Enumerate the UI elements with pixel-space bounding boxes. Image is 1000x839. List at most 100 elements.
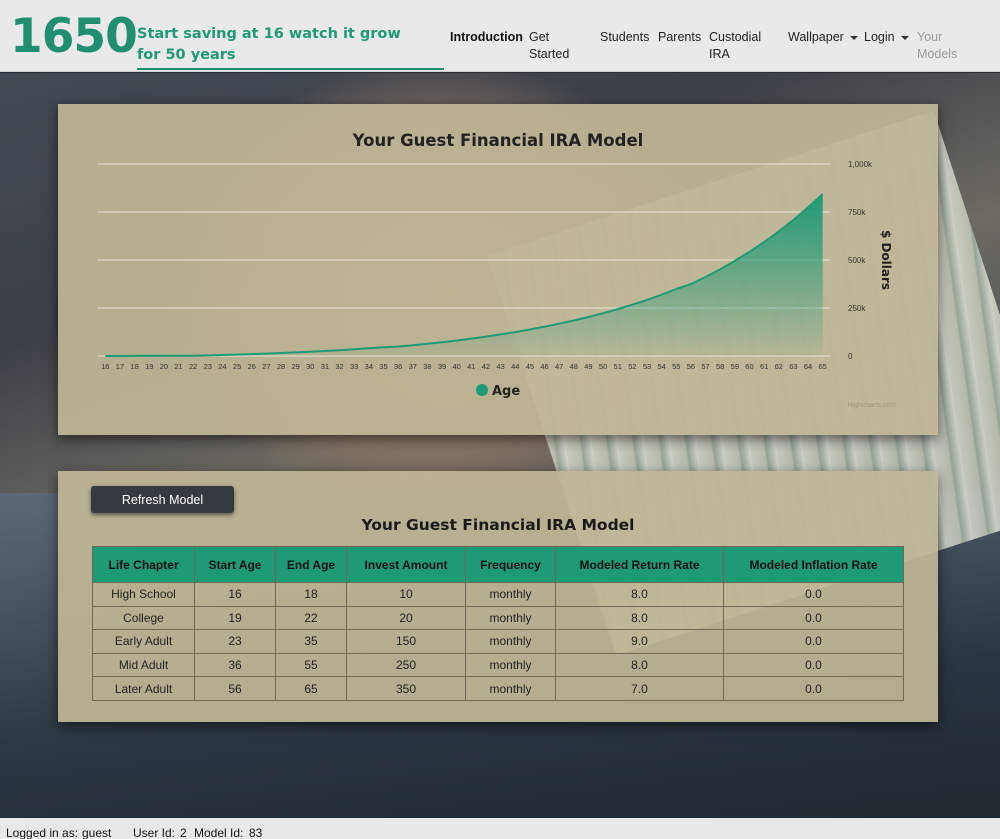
x-tick-label: 18 (130, 362, 138, 371)
model-table: Life Chapter Start Age End Age Invest Am… (92, 546, 904, 701)
cell-invest-amount: 250 (346, 652, 466, 678)
cell-start-age: 19 (194, 605, 276, 631)
cell-frequency: monthly (465, 629, 556, 654)
x-tick-label: 62 (775, 362, 783, 371)
cell-life-chapter: High School (92, 582, 195, 607)
cell-start-age: 56 (194, 676, 276, 701)
nav-login-dropdown[interactable]: Login (864, 29, 909, 46)
nav-custodial-ira[interactable]: Custodial IRA (709, 29, 761, 63)
x-tick-label: 16 (101, 362, 109, 371)
x-tick-label: 45 (526, 362, 534, 371)
x-tick-label: 29 (291, 362, 299, 371)
col-inflation-rate: Modeled Inflation Rate (723, 546, 904, 583)
x-tick-label: 63 (789, 362, 797, 371)
x-tick-label: 42 (482, 362, 490, 371)
nav-students-label: Students (600, 30, 650, 44)
col-life-chapter: Life Chapter (92, 546, 195, 583)
cell-return-rate: 8.0 (555, 605, 724, 631)
caret-down-icon (849, 35, 858, 40)
cell-inflation-rate: 0.0 (723, 605, 904, 631)
x-tick-label: 28 (277, 362, 285, 371)
nav-parents[interactable]: Parents (658, 29, 701, 46)
nav-wallpaper-label: Wallpaper (788, 30, 844, 44)
x-tick-label: 59 (731, 362, 739, 371)
x-tick-label: 22 (189, 362, 197, 371)
nav-custodial-label-2: IRA (709, 47, 730, 61)
refresh-model-button[interactable]: Refresh Model (91, 486, 234, 513)
nav-students[interactable]: Students (600, 29, 649, 46)
x-tick-label: 51 (614, 362, 622, 371)
x-tick-label: 60 (745, 362, 753, 371)
x-tick-label: 26 (248, 362, 256, 371)
table-row: College 19 22 20 monthly 8.0 0.0 (92, 605, 904, 631)
x-tick-label: 23 (204, 362, 212, 371)
tagline-underline (137, 68, 444, 70)
cell-end-age: 55 (275, 652, 347, 678)
x-tick-label: 27 (262, 362, 270, 371)
cell-invest-amount: 10 (346, 582, 466, 607)
cell-return-rate: 9.0 (555, 629, 724, 654)
cell-frequency: monthly (465, 582, 556, 607)
x-tick-label: 49 (584, 362, 592, 371)
logged-in-label: Logged in as: (6, 826, 79, 839)
x-tick-label: 31 (321, 362, 329, 371)
cell-inflation-rate: 0.0 (723, 629, 904, 654)
x-tick-label: 36 (394, 362, 402, 371)
nav-wallpaper-dropdown[interactable]: Wallpaper (788, 29, 858, 46)
nav-your-models-label-1: Your (917, 30, 943, 44)
nav-your-models: Your Models (917, 29, 957, 63)
x-tick-label: 35 (379, 362, 387, 371)
cell-inflation-rate: 0.0 (723, 652, 904, 678)
x-tick-label: 39 (438, 362, 446, 371)
x-tick-label: 43 (496, 362, 504, 371)
x-tick-label: 55 (672, 362, 680, 371)
legend-label: Age (492, 384, 520, 399)
cell-frequency: monthly (465, 605, 556, 631)
x-tick-label: 37 (409, 362, 417, 371)
chart-credits[interactable]: Highcharts.com (847, 402, 896, 409)
y-axis-title: $ Dollars (879, 230, 893, 290)
nav-login-label: Login (864, 30, 895, 44)
series-area (105, 194, 823, 356)
cell-frequency: monthly (465, 652, 556, 678)
cell-invest-amount: 150 (346, 629, 466, 654)
x-tick-label: 20 (160, 362, 168, 371)
model-id-value: 83 (249, 826, 263, 839)
col-return-rate: Modeled Return Rate (555, 546, 724, 583)
nav-parents-label: Parents (658, 30, 702, 44)
cell-start-age: 23 (194, 629, 276, 654)
table-row: Mid Adult 36 55 250 monthly 8.0 0.0 (92, 652, 904, 678)
cell-end-age: 35 (275, 629, 347, 654)
brand-logo[interactable]: 1650 (10, 6, 138, 68)
x-tick-label: 50 (599, 362, 607, 371)
cell-return-rate: 7.0 (555, 676, 724, 701)
x-tick-label: 65 (819, 362, 827, 371)
caret-down-icon (900, 35, 909, 40)
user-id-value: 2 (180, 826, 187, 839)
x-tick-label: 38 (423, 362, 431, 371)
cell-life-chapter: College (92, 605, 195, 631)
cell-inflation-rate: 0.0 (723, 582, 904, 607)
logged-in-username: guest (82, 826, 112, 839)
nav-get-started-label-2: Started (529, 47, 570, 61)
x-tick-label: 19 (145, 362, 153, 371)
chart-panel: Your Guest Financial IRA Model 0 250k 500k… (58, 104, 938, 435)
cell-end-age: 22 (275, 605, 347, 631)
nav-your-models-label-2: Models (917, 47, 958, 61)
cell-end-age: 65 (275, 676, 347, 701)
navbar: 1650 Start saving at 16 watch it grow fo… (0, 0, 1000, 72)
x-tick-label: 25 (233, 362, 241, 371)
nav-get-started[interactable]: Get Started (529, 29, 569, 63)
status-bar: Logged in as: guest User Id: 2 Model Id:… (0, 818, 1000, 839)
model-table-panel: Refresh Model Your Guest Financial IRA M… (58, 471, 938, 722)
cell-invest-amount: 350 (346, 676, 466, 701)
x-tick-label: 34 (365, 362, 373, 371)
x-tick-label: 44 (511, 362, 519, 371)
cell-start-age: 16 (194, 582, 276, 607)
x-tick-label: 41 (467, 362, 475, 371)
x-tick-label: 33 (350, 362, 358, 371)
cell-inflation-rate: 0.0 (723, 676, 904, 701)
tagline: Start saving at 16 watch it grow for 50 … (137, 26, 401, 63)
nav-introduction[interactable]: Introduction (450, 29, 523, 46)
y-tick-label: 750k (848, 208, 866, 217)
